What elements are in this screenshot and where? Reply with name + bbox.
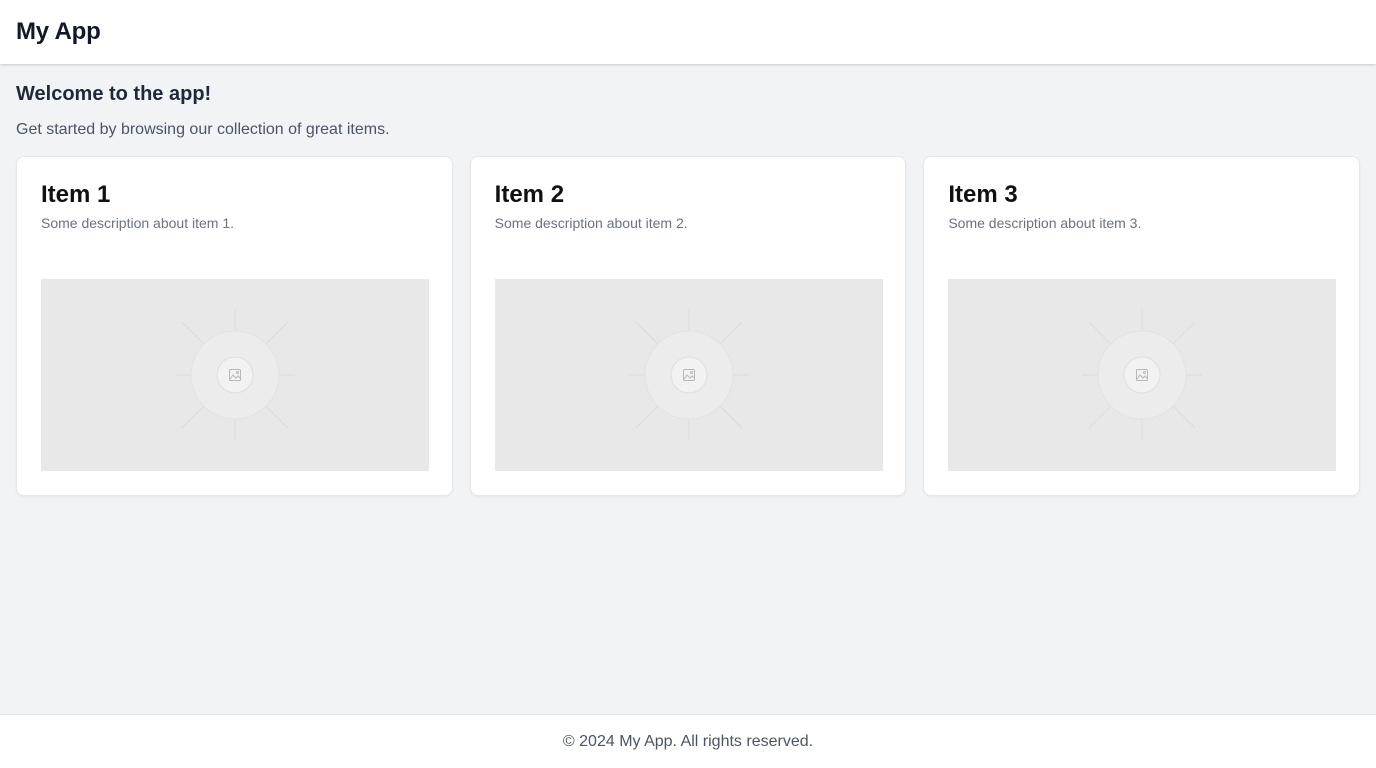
card-grid: Item 1 Some description about item 1. It… [16,156,1361,496]
card-title: Item 2 [494,181,565,208]
main-content: Welcome to the app! Get started by brows… [16,80,1361,496]
item-card[interactable]: Item 2 Some description about item 2. [469,156,907,496]
image-placeholder-icon [1082,309,1203,441]
card-image-placeholder [948,279,1337,471]
card-image-placeholder [41,279,429,471]
welcome-heading: Welcome to the app! [16,83,212,105]
card-description: Some description about item 2. [494,215,688,231]
card-description: Some description about item 3. [948,215,1142,231]
card-description: Some description about item 1. [41,215,234,231]
app-header: My App [0,0,1376,64]
card-image-placeholder [494,279,883,471]
item-card[interactable]: Item 1 Some description about item 1. [16,156,453,496]
app-title: My App [16,18,101,45]
app-footer: © 2024 My App. All rights reserved. [0,714,1376,768]
card-title: Item 3 [948,181,1018,208]
image-placeholder-icon [175,309,295,441]
card-title: Item 1 [41,181,111,208]
item-card[interactable]: Item 3 Some description about item 3. [923,156,1361,496]
image-placeholder-icon [628,309,749,441]
welcome-subheading: Get started by browsing our collection o… [16,121,390,138]
copyright-text: © 2024 My App. All rights reserved. [562,732,814,750]
